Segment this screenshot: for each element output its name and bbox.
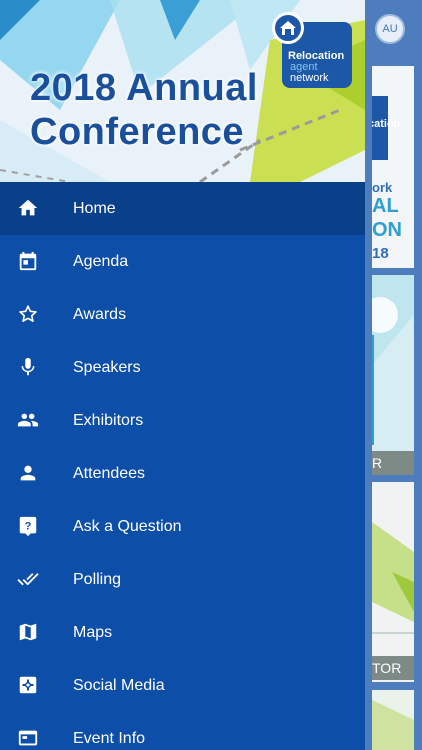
star-icon — [19, 305, 37, 322]
menu-item-label: Ask a Question — [73, 517, 182, 535]
background-card-1[interactable]: cation ork AL ON 18 — [372, 66, 414, 268]
background-card-text: AL — [372, 195, 399, 217]
navigation-drawer: 2018 Annual Conference Relocation agent … — [0, 0, 365, 750]
background-card-2[interactable]: R — [372, 275, 414, 475]
background-card-4[interactable] — [372, 690, 414, 750]
conference-title-line-2: Conference — [30, 111, 245, 153]
menu-item-label: Exhibitors — [73, 411, 144, 429]
background-card-text: ON — [372, 219, 402, 241]
conference-title-line-1: 2018 Annual — [30, 67, 258, 109]
svg-text:?: ? — [25, 521, 32, 533]
drawer-menu: Home Agenda Awards Speakers Exhibitors A… — [0, 182, 365, 750]
social-icon — [19, 676, 37, 694]
event-info-icon — [18, 730, 38, 746]
user-avatar[interactable]: AU — [375, 14, 405, 44]
map-icon — [19, 623, 37, 641]
menu-item-ask-a-question[interactable]: ? Ask a Question — [0, 500, 365, 553]
menu-item-social-media[interactable]: Social Media — [0, 659, 365, 712]
menu-item-label: Home — [73, 199, 116, 217]
double-check-icon — [17, 573, 39, 586]
menu-item-label: Attendees — [73, 464, 146, 482]
home-icon — [18, 199, 38, 216]
group-icon — [17, 413, 39, 427]
background-card-label: R — [372, 451, 414, 475]
conference-title: 2018 Annual Conference — [30, 66, 258, 154]
menu-item-speakers[interactable]: Speakers — [0, 341, 365, 394]
background-card-art — [372, 522, 414, 634]
menu-item-polling[interactable]: Polling — [0, 553, 365, 606]
background-card-label: TOR — [372, 656, 414, 680]
menu-item-label: Agenda — [73, 252, 129, 270]
background-card-art — [372, 700, 414, 750]
menu-item-label: Event Info — [73, 729, 146, 747]
menu-item-exhibitors[interactable]: Exhibitors — [0, 394, 365, 447]
calendar-icon — [19, 251, 37, 271]
menu-item-event-info[interactable]: Event Info — [0, 712, 365, 750]
background-card-logo-text: cation — [372, 118, 401, 130]
menu-item-label: Speakers — [73, 358, 141, 376]
microphone-icon — [21, 357, 35, 376]
person-icon — [20, 465, 36, 481]
house-icon — [272, 12, 304, 44]
menu-item-label: Polling — [73, 570, 122, 588]
menu-item-home[interactable]: Home — [0, 182, 365, 235]
menu-item-label: Social Media — [73, 676, 165, 694]
background-card-text: 18 — [372, 245, 389, 262]
menu-item-label: Maps — [73, 623, 113, 641]
menu-item-awards[interactable]: Awards — [0, 288, 365, 341]
question-icon: ? — [19, 516, 37, 537]
menu-item-label: Awards — [73, 305, 127, 323]
menu-item-attendees[interactable]: Attendees — [0, 447, 365, 500]
relocation-agent-network-logo: Relocation agent network — [272, 12, 352, 88]
drawer-header-banner: 2018 Annual Conference Relocation agent … — [0, 0, 365, 182]
background-card-3[interactable]: TOR — [372, 482, 414, 682]
background-card-art — [372, 275, 414, 445]
logo-text-line-3: network — [290, 72, 329, 84]
menu-item-agenda[interactable]: Agenda — [0, 235, 365, 288]
menu-item-maps[interactable]: Maps — [0, 606, 365, 659]
